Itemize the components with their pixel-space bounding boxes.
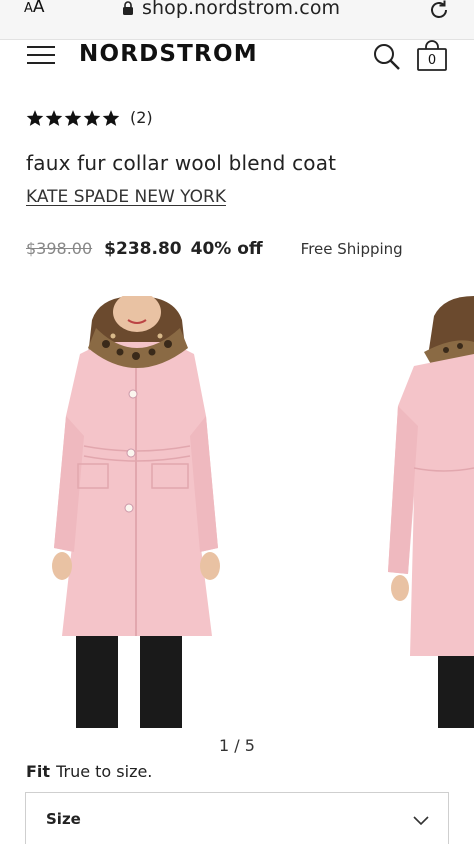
fit-value: True to size. [56,762,153,781]
carousel-pagination: 1 / 5 [219,736,255,755]
text-size-large-glyph: A [32,0,45,17]
product-image-carousel[interactable] [0,296,474,728]
product-rating[interactable]: (2) [26,108,153,127]
sale-price: $238.80 [104,239,182,259]
discount-badge: 40% off [190,239,263,259]
fit-info: Fit True to size. [26,762,152,781]
fit-label: Fit [26,762,51,781]
reload-icon[interactable] [427,0,451,22]
url-field[interactable]: shop.nordstrom.com [122,0,340,19]
shipping-info: Free Shipping [300,240,403,258]
size-label: Size [46,810,81,828]
brand-link[interactable]: KATE SPADE NEW YORK [26,187,226,207]
price-row: $398.00 $238.80 40% off Free Shipping [26,239,403,259]
original-price: $398.00 [26,239,93,258]
bag-count: 0 [427,53,437,68]
star-icon [83,109,101,126]
browser-address-bar: AA shop.nordstrom.com [0,0,474,40]
rating-count: (2) [130,108,153,127]
text-size-button[interactable]: AA [24,0,45,17]
star-icon [64,109,82,126]
star-icon [45,109,63,126]
product-title: faux fur collar wool blend coat [26,151,337,175]
search-icon[interactable] [372,42,402,72]
chevron-down-icon [413,816,429,826]
star-icon [26,109,44,126]
text-size-small-glyph: A [24,1,33,16]
product-image-side[interactable] [384,296,474,728]
url-text: shop.nordstrom.com [142,0,341,19]
site-header: NORDSTROM 0 [0,40,474,86]
lock-icon [123,1,133,15]
size-dropdown[interactable]: Size [25,792,449,844]
product-image-front[interactable] [40,296,236,728]
star-icon [102,109,120,126]
hamburger-menu-icon[interactable] [27,44,55,66]
rating-stars [26,109,120,127]
nordstrom-logo[interactable]: NORDSTROM [79,41,258,67]
